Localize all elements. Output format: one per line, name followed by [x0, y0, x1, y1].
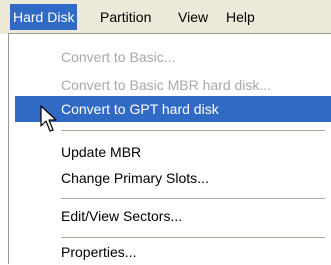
background-strip: [0, 34, 8, 264]
menu-separator: [61, 130, 325, 132]
menu-item-change-primary-slots[interactable]: Change Primary Slots...: [15, 165, 331, 191]
menu-bar: Hard Disk Partition View Help: [0, 0, 331, 35]
hard-disk-dropdown-menu: Convert to Basic... Convert to Basic MBR…: [8, 33, 331, 264]
menu-view[interactable]: View: [175, 4, 211, 30]
menu-item-convert-to-basic: Convert to Basic...: [61, 49, 176, 65]
menu-help[interactable]: Help: [223, 4, 258, 30]
menu-item-edit-view-sectors[interactable]: Edit/View Sectors...: [15, 203, 331, 229]
menu-item-properties[interactable]: Properties...: [15, 239, 331, 265]
menu-item-convert-to-gpt[interactable]: Convert to GPT hard disk: [15, 96, 331, 122]
menu-item-convert-to-basic-mbr: Convert to Basic MBR hard disk...: [61, 77, 272, 93]
menu-partition[interactable]: Partition: [97, 4, 154, 30]
menu-hard-disk[interactable]: Hard Disk: [10, 4, 78, 30]
menu-separator: [61, 198, 325, 200]
arrow-pointer-icon: [40, 105, 57, 132]
menu-item-update-mbr[interactable]: Update MBR: [15, 139, 331, 165]
